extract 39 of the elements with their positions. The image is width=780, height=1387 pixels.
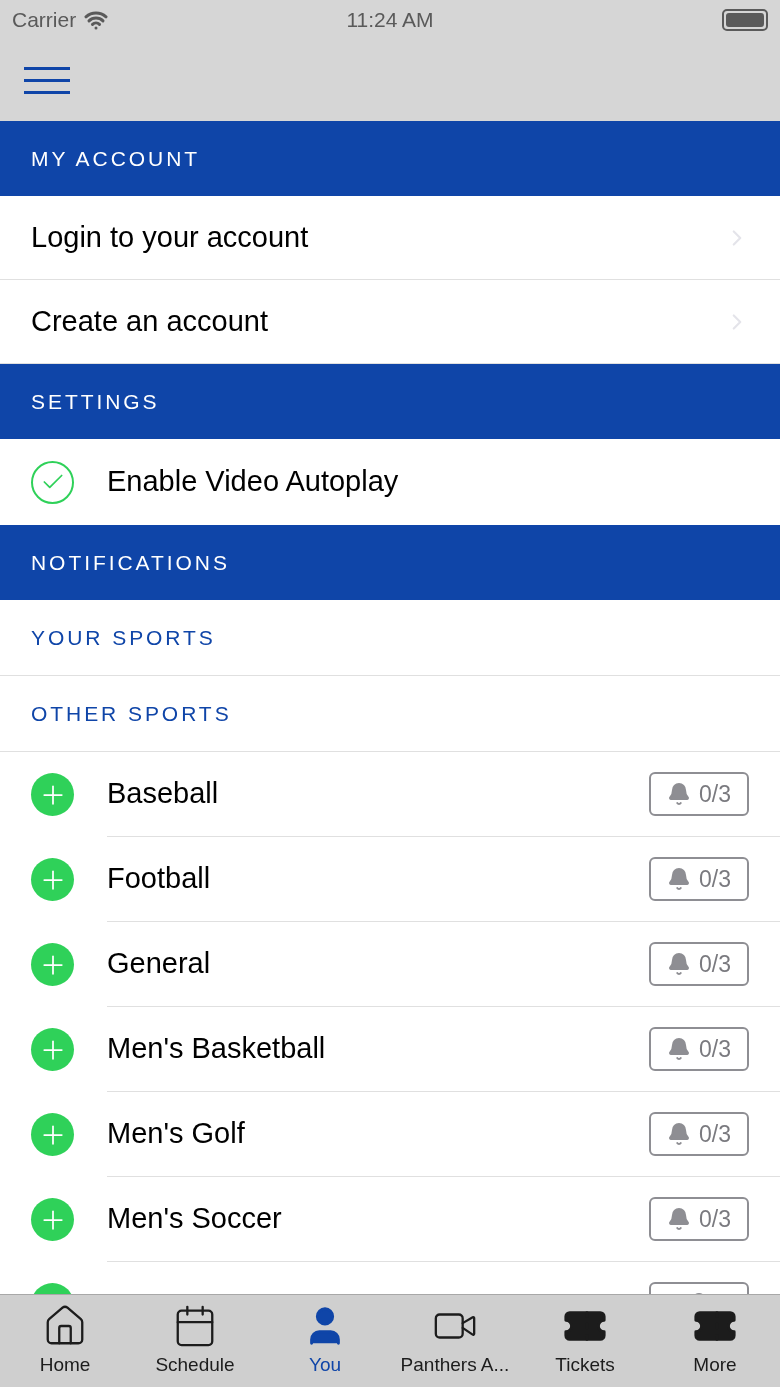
carrier-label: Carrier (12, 7, 77, 34)
section-header: MY ACCOUNT (0, 121, 780, 196)
notification-count-button[interactable]: 0/3 (649, 772, 749, 816)
notification-count-button[interactable]: 0/3 (649, 942, 749, 986)
tab-bar-item[interactable]: More (650, 1295, 780, 1387)
add-icon[interactable] (31, 773, 74, 816)
section-header: SETTINGS (0, 364, 780, 439)
bell-icon (667, 867, 691, 891)
sport-name: Men's Soccer (107, 1201, 283, 1237)
battery-icon (722, 9, 768, 31)
tab-bar-item[interactable]: You (260, 1295, 390, 1387)
tab-bar-item[interactable]: Tickets (520, 1295, 650, 1387)
status-time: 11:24 AM (345, 7, 435, 34)
notification-count-button[interactable]: 0/3 (649, 1197, 749, 1241)
subsection-label: YOUR SPORTS (31, 624, 216, 651)
tab-bar-item[interactable]: Panthers A... (390, 1295, 520, 1387)
notification-count-button[interactable]: 0/3 (649, 1027, 749, 1071)
notification-count-button[interactable]: 0/3 (649, 1112, 749, 1156)
tab-bar-item[interactable]: Schedule (130, 1295, 260, 1387)
bell-icon (667, 1037, 691, 1061)
add-icon[interactable] (31, 1198, 74, 1241)
add-icon[interactable] (31, 943, 74, 986)
sport-name: Baseball (107, 776, 220, 812)
bell-icon (667, 1207, 691, 1231)
sport-name: Men's Basketball (107, 1031, 327, 1067)
bell-icon (667, 1122, 691, 1146)
tab-bar-item[interactable]: Home (0, 1295, 130, 1387)
notification-count-button[interactable]: 0/3 (649, 857, 749, 901)
add-icon[interactable] (31, 1028, 74, 1071)
menu-icon[interactable] (24, 66, 70, 95)
subsection-label: OTHER SPORTS (31, 700, 232, 727)
bell-icon (667, 782, 691, 806)
bell-icon (667, 952, 691, 976)
section-header: NOTIFICATIONS (0, 525, 780, 600)
sport-name: General (107, 946, 212, 982)
add-icon[interactable] (31, 1113, 74, 1156)
sport-name: Men's Golf (107, 1116, 246, 1152)
sport-name: Football (107, 861, 212, 897)
add-icon[interactable] (31, 858, 74, 901)
